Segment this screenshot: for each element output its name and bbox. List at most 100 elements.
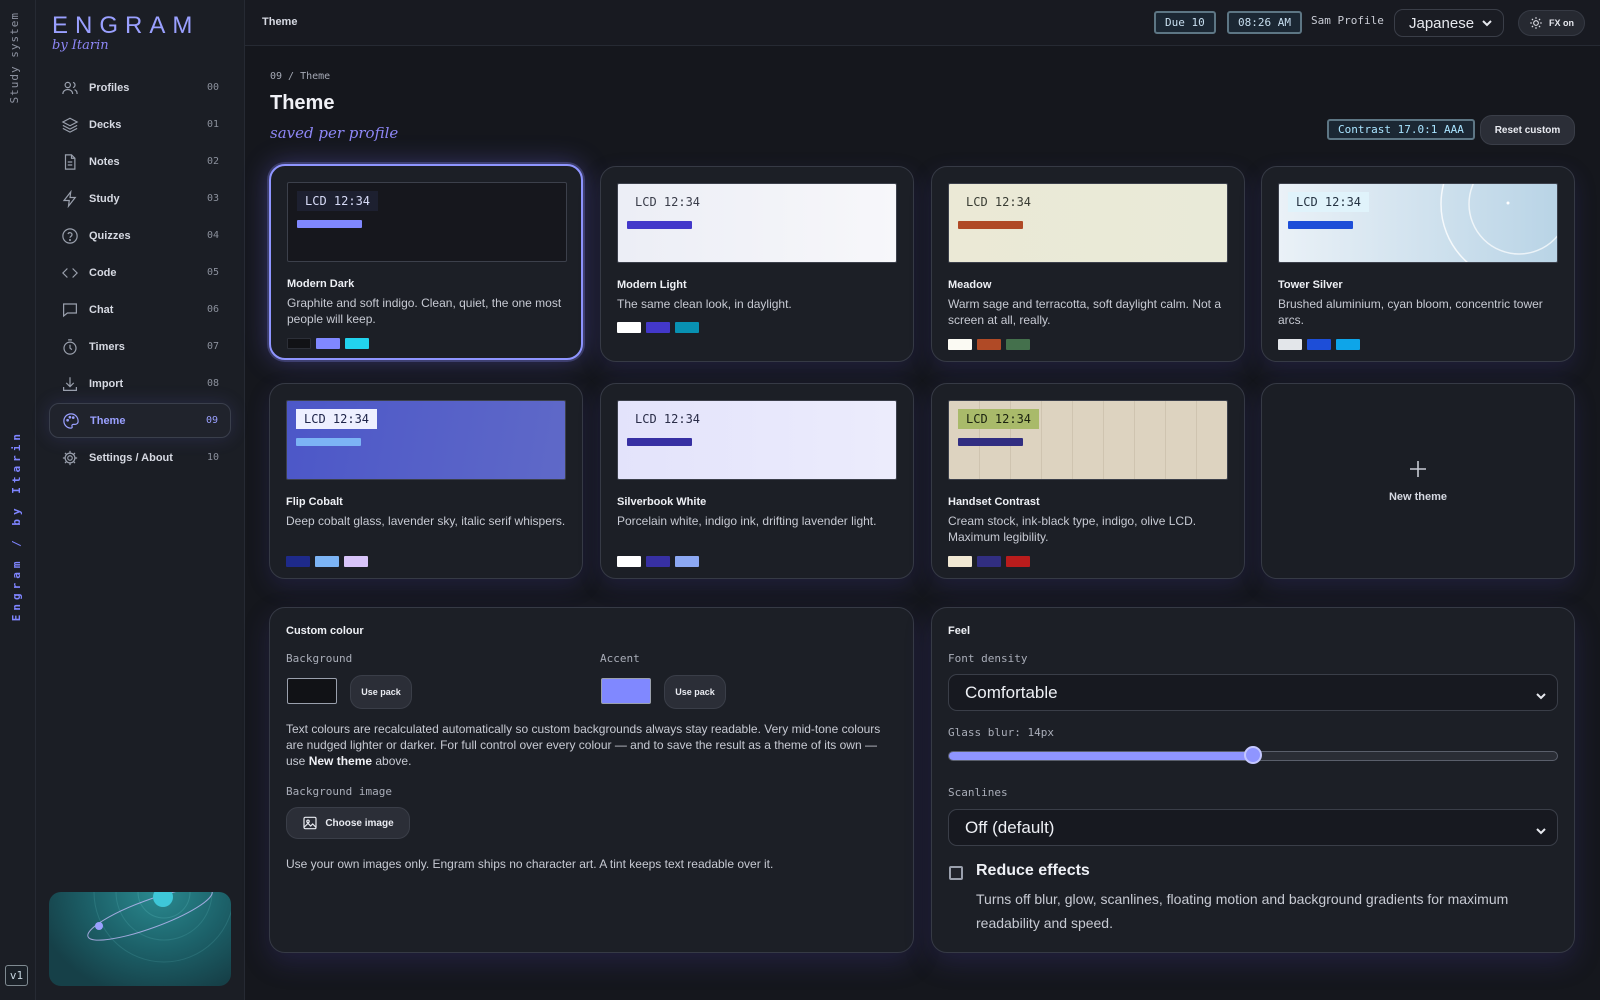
fx-label: FX on [1549,18,1574,28]
swatch [646,322,670,333]
lcd-sample: LCD 12:34 [1288,192,1370,212]
swatch-row [617,322,699,333]
sidebar-item-code[interactable]: Code 05 [49,255,231,290]
theme-card-modern-dark[interactable]: LCD 12:34 Modern Dark Graphite and soft … [269,164,583,360]
lcd-sample: LCD 12:34 [635,412,701,426]
accent-bar [958,221,1023,229]
page-title: Theme [270,92,335,114]
swatch [1278,339,1302,350]
theme-card-modern-light[interactable]: LCD 12:34 Modern Light The same clean lo… [600,166,914,362]
scanlines-select[interactable]: Off (default) [948,809,1558,846]
slider-fill [949,752,1253,760]
sidebar-item-number: 01 [206,119,219,130]
font-density-select[interactable]: Comfortable [948,674,1558,711]
custom-colour-help: Text colours are recalculated automatica… [286,721,898,769]
swatch [315,556,339,567]
theme-card-silverbook-white[interactable]: LCD 12:34 Silverbook White Porcelain whi… [600,383,914,579]
theme-card-handset-contrast[interactable]: LCD 12:34 Handset Contrast Cream stock, … [931,383,1245,579]
sidebar-item-quizzes[interactable]: Quizzes 04 [49,218,231,253]
left-rail: Study system Engram / by Itarin v1 [0,0,36,1000]
sidebar-item-profiles[interactable]: Profiles 00 [49,70,231,105]
new-theme-button[interactable]: New theme [1261,383,1575,579]
theme-preview: LCD 12:34 [948,183,1228,263]
contrast-ratio-badge: Contrast 17.0:1 AAA [1327,119,1475,140]
sidebar-item-chat[interactable]: Chat 06 [49,292,231,327]
theme-card-tower-silver[interactable]: LCD 12:34 Tower Silver Brushed aluminium… [1261,166,1575,362]
version-badge[interactable]: v1 [5,965,28,986]
swatch [977,339,1001,350]
note-icon [61,153,79,171]
sidebar-item-settings[interactable]: Settings / About 10 [49,440,231,475]
sidebar-item-number: 05 [206,267,219,278]
accent-color-picker[interactable] [601,678,651,704]
sidebar-item-notes[interactable]: Notes 02 [49,144,231,179]
swatch [316,338,340,349]
accent-use-pack-button[interactable]: Use pack [664,675,726,709]
background-color-picker[interactable] [287,678,337,704]
glass-blur-label: Glass blur: 14px [948,726,1054,739]
due-count-badge[interactable]: Due 10 [1154,11,1216,34]
theme-card-meadow[interactable]: LCD 12:34 Meadow Warm sage and terracott… [931,166,1245,362]
slider-thumb[interactable] [1244,746,1262,764]
swatch [948,556,972,567]
theme-preview: LCD 12:34 [617,183,897,263]
sidebar-item-decks[interactable]: Decks 01 [49,107,231,142]
choose-image-label: Choose image [325,817,394,829]
page-subtitle: saved per profile [270,124,399,142]
custom-colour-title: Custom colour [286,625,364,637]
theme-card-flip-cobalt[interactable]: LCD 12:34 Flip Cobalt Deep cobalt glass,… [269,383,583,579]
swatch-row [287,338,369,349]
logo[interactable]: ENGRAM by Itarin [52,12,199,53]
reduce-effects-checkbox[interactable] [949,866,963,880]
accent-bar [627,221,692,229]
sidebar-item-label: Theme [90,414,126,427]
reset-custom-button[interactable]: Reset custom [1480,115,1575,145]
lcd-sample: LCD 12:34 [296,409,378,429]
lcd-sample: LCD 12:34 [958,409,1040,429]
custom-colour-panel: Custom colour Background Use pack Accent… [269,607,914,953]
swatch [675,556,699,567]
theme-preview: LCD 12:34 [286,400,566,480]
background-image-label: Background image [286,785,392,798]
sidebar-item-label: Timers [89,340,125,353]
background-use-pack-button[interactable]: Use pack [350,675,412,709]
swatch-row [286,556,368,567]
reduce-effects-label[interactable]: Reduce effects [976,862,1090,880]
swatch [617,322,641,333]
sidebar-item-label: Code [89,266,117,279]
theme-name: Modern Light [617,279,687,291]
font-density-label: Font density [948,652,1028,665]
new-theme-label: New theme [1388,491,1448,503]
font-density-value: Comfortable [965,682,1058,702]
lcd-sample: LCD 12:34 [297,191,379,211]
app-name: ENGRAM [52,12,200,39]
choose-image-button[interactable]: Choose image [286,807,410,839]
swatch [617,556,641,567]
sidebar-item-label: Decks [89,118,122,131]
swatch [345,338,369,349]
rail-brand-label: Engram / by Itarin [10,430,23,622]
breadcrumb: 09 / Theme [270,71,331,82]
swatch [675,322,699,333]
theme-description: Deep cobalt glass, lavender sky, italic … [286,514,566,528]
sidebar-item-theme[interactable]: Theme 09 [49,403,231,438]
image-icon [302,815,318,831]
sidebar-item-label: Profiles [89,81,130,94]
language-select[interactable]: Japanese [1394,9,1504,37]
theme-name: Flip Cobalt [286,496,343,508]
sidebar-item-number: 06 [206,304,219,315]
sidebar-item-study[interactable]: Study 03 [49,181,231,216]
code-icon [61,264,79,282]
chevron-down-icon [1535,687,1547,700]
sidebar-item-number: 04 [206,230,219,241]
theme-name: Modern Dark [287,278,355,290]
fx-toggle-button[interactable]: FX on [1518,10,1585,36]
sun-icon [1529,16,1543,30]
theme-preview: LCD 12:34 [617,400,897,480]
sidebar-item-timers[interactable]: Timers 07 [49,329,231,364]
top-bar: Theme Due 10 08:26 AM Sam Profile Japane… [245,0,1600,46]
profile-name[interactable]: Sam Profile [1311,14,1384,27]
scanlines-value: Off (default) [965,817,1055,837]
sidebar-item-number: 02 [206,156,219,167]
sidebar-item-import[interactable]: Import 08 [49,366,231,401]
